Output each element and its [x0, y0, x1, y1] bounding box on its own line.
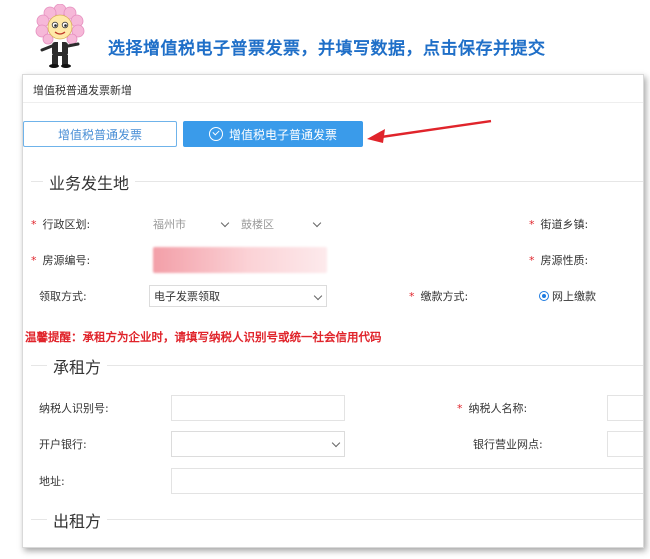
house-no-label: * 房源编号: [31, 253, 91, 268]
red-arrow-icon [367, 119, 492, 143]
required-star: * [31, 253, 37, 267]
panel-title-divider [23, 102, 643, 103]
receive-method-label: 领取方式: [39, 290, 87, 303]
city-select[interactable]: 福州市 [149, 213, 233, 235]
chevron-down-icon [312, 218, 322, 228]
address-label: 地址: [39, 475, 65, 488]
house-type-label: * 房源性质: [529, 253, 589, 268]
taxpayer-name-label: * 纳税人名称: [457, 401, 528, 416]
chevron-down-icon [331, 438, 341, 448]
bank-branch-label: 银行营业网点: [473, 438, 543, 451]
electronic-invoice-button[interactable]: 增值税电子普通发票 [183, 121, 363, 147]
section-divider [31, 365, 643, 366]
receive-method-select[interactable]: 电子发票领取 [149, 285, 327, 307]
address-input[interactable] [171, 468, 643, 494]
bank-branch-input[interactable] [607, 431, 643, 457]
taxpayer-name-input[interactable] [607, 395, 643, 421]
chevron-down-icon [313, 291, 323, 301]
street-label: * 街道乡镇: [529, 217, 589, 232]
warning-tip: 温馨提醒：承租方为企业时，请填写纳税人识别号或统一社会信用代码 [25, 330, 382, 344]
district-select[interactable]: 鼓楼区 [237, 213, 325, 235]
instruction-banner: 选择增值税电子普票发票，并填写数据，点击保存并提交 [108, 39, 546, 59]
online-payment-radio[interactable]: 网上缴款 [539, 285, 596, 307]
payment-method-label: * 缴款方式: [409, 289, 469, 304]
panel-title: 增值税普通发票新增 [33, 84, 132, 97]
house-no-input[interactable] [153, 247, 327, 273]
bank-label: 开户银行: [39, 438, 87, 451]
required-star: * [31, 217, 37, 231]
required-star: * [457, 401, 463, 415]
section-divider [31, 519, 643, 520]
business-section-title: 业务发生地 [43, 170, 136, 194]
tax-id-input[interactable] [171, 395, 345, 421]
lessor-section-title: 出租方 [47, 508, 108, 532]
lessee-section-title: 承租方 [47, 354, 108, 378]
check-circle-icon [208, 127, 223, 141]
plain-invoice-button[interactable]: 增值税普通发票 [23, 121, 177, 147]
required-star: * [529, 217, 535, 231]
required-star: * [529, 253, 535, 267]
district-label: * 行政区划: [31, 217, 91, 232]
required-star: * [409, 289, 415, 303]
electronic-invoice-label: 增值税电子普通发票 [228, 127, 337, 142]
radio-selected-icon [539, 291, 549, 301]
tax-id-label: 纳税人识别号: [39, 402, 109, 415]
mascot-icon [35, 4, 85, 68]
plain-invoice-label: 增值税普通发票 [57, 127, 142, 142]
bank-select[interactable] [171, 431, 345, 457]
invoice-form-panel: 增值税普通发票新增 增值税普通发票 增值税电子普通发票 业务发生地 * 行政区划… [22, 74, 644, 548]
chevron-down-icon [220, 218, 230, 228]
